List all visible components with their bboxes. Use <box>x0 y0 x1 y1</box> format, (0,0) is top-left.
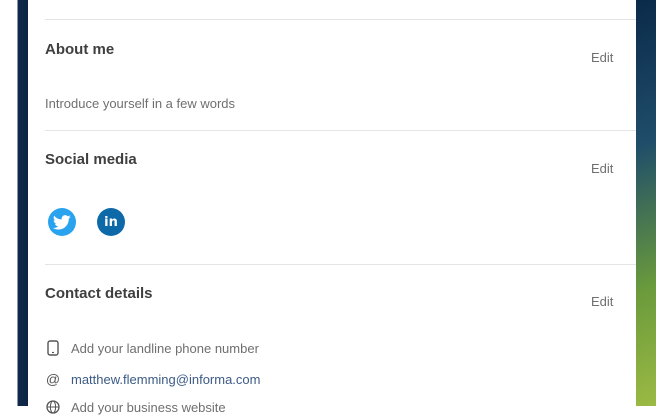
linkedin-glyph: in <box>104 214 118 230</box>
left-background-strip <box>0 0 28 406</box>
website-row[interactable]: Add your business website <box>45 397 226 417</box>
phone-icon <box>45 339 61 357</box>
social-media-edit-button[interactable]: Edit <box>591 161 613 176</box>
landline-row[interactable]: Add your landline phone number <box>45 338 259 358</box>
profile-card: About me Edit Introduce yourself in a fe… <box>28 0 636 415</box>
about-me-edit-button[interactable]: Edit <box>591 50 613 65</box>
globe-icon <box>45 398 61 416</box>
twitter-bird-glyph <box>53 214 71 230</box>
website-placeholder: Add your business website <box>71 399 226 415</box>
divider <box>45 19 636 20</box>
divider <box>45 130 636 131</box>
contact-details-edit-button[interactable]: Edit <box>591 294 613 309</box>
about-me-placeholder: Introduce yourself in a few words <box>45 96 236 111</box>
linkedin-icon[interactable]: in <box>97 208 125 236</box>
divider <box>45 264 636 265</box>
email-link[interactable]: matthew.flemming@informa.com <box>71 372 260 387</box>
at-sign-icon: @ <box>45 371 61 387</box>
email-row: @ matthew.flemming@informa.com <box>45 369 261 389</box>
right-background-strip <box>636 0 666 406</box>
twitter-icon[interactable] <box>48 208 76 236</box>
about-me-title: About me <box>45 41 115 58</box>
social-media-title: Social media <box>45 151 137 168</box>
contact-details-title: Contact details <box>45 285 153 302</box>
landline-placeholder: Add your landline phone number <box>71 340 259 356</box>
